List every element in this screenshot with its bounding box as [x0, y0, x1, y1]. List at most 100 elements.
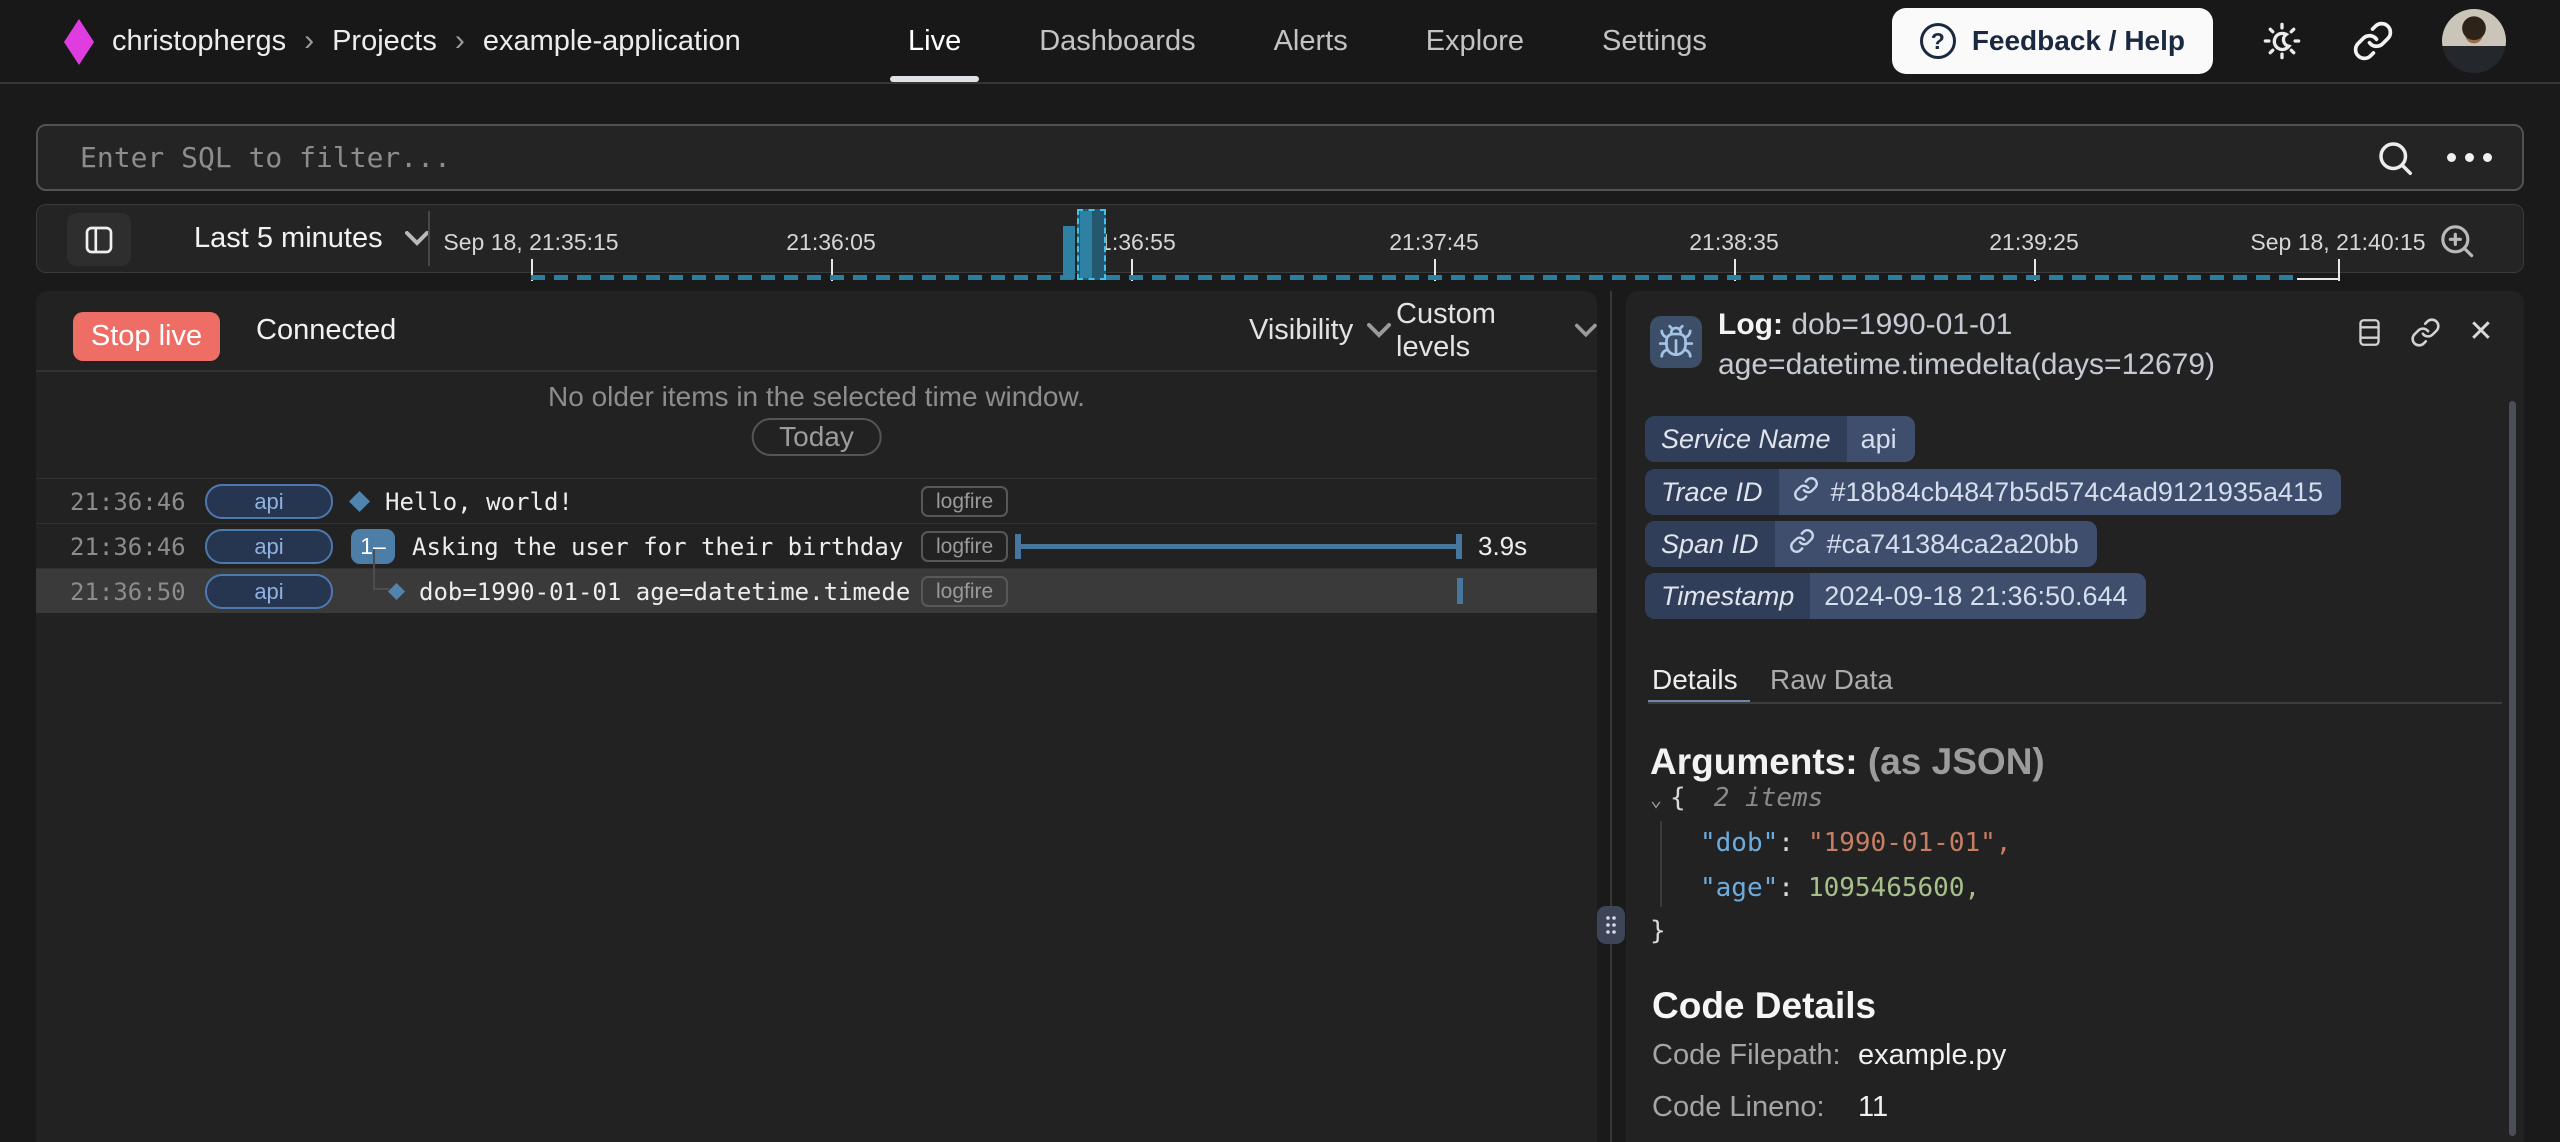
timeline-tick-label: Sep 18, 21:40:15	[2250, 229, 2425, 256]
tab-explore[interactable]: Explore	[1426, 0, 1524, 82]
timeline-end-mark	[2297, 278, 2338, 280]
log-row[interactable]: 21:36:46 api Hello, world! logfire	[36, 478, 1597, 523]
top-actions: ? Feedback / Help	[1892, 0, 2506, 82]
log-timestamp: 21:36:46	[70, 524, 186, 569]
log-level-badge	[1650, 316, 1702, 368]
json-indent-guide	[1660, 821, 1662, 907]
chevron-down-icon	[1575, 323, 1597, 339]
span-link-icon[interactable]	[1789, 528, 1815, 561]
theme-toggle-button[interactable]	[2260, 19, 2304, 63]
breadcrumb-account[interactable]: christophergs	[112, 25, 286, 58]
search-icon	[2374, 137, 2416, 179]
timeline-selection-brush[interactable]	[1077, 209, 1106, 280]
visibility-dropdown[interactable]: Visibility	[1249, 314, 1391, 347]
service-pill[interactable]: api	[205, 484, 333, 519]
zoom-in-icon	[2437, 221, 2477, 261]
log-detail-title: Log: dob=1990-01-01 age=datetime.timedel…	[1718, 305, 2336, 385]
timestamp-chip[interactable]: Timestamp 2024-09-18 21:36:50.644	[1645, 573, 2146, 619]
log-diamond-icon	[349, 491, 370, 512]
service-pill[interactable]: api	[205, 529, 333, 564]
tabs-divider	[1648, 702, 2502, 704]
breadcrumb-separator: ›	[455, 24, 465, 58]
code-filepath-row: Code Filepath: example.py	[1652, 1039, 2006, 1072]
tree-connector-line	[373, 588, 389, 590]
code-lineno-row: Code Lineno: 11	[1652, 1091, 1888, 1124]
search-button[interactable]	[2373, 136, 2417, 180]
json-entry: "age":1095465600,	[1700, 866, 1980, 911]
breadcrumb-separator: ›	[304, 24, 314, 58]
json-entry: "dob":"1990-01-01",	[1700, 821, 2011, 866]
bug-icon	[1657, 323, 1695, 361]
user-avatar[interactable]	[2442, 9, 2506, 73]
log-timestamp: 21:36:46	[70, 479, 186, 524]
json-close-line: }	[1650, 909, 1666, 954]
stop-live-button[interactable]: Stop live	[73, 312, 220, 361]
details-tabs: Details Raw Data	[1648, 660, 2502, 702]
chevron-down-icon	[1367, 323, 1391, 339]
tab-alerts[interactable]: Alerts	[1274, 0, 1348, 82]
help-question-icon: ?	[1920, 23, 1956, 59]
sun-moon-icon	[2261, 20, 2303, 62]
logfire-scope-tag[interactable]: logfire	[921, 486, 1008, 517]
trace-link-icon[interactable]	[1793, 476, 1819, 509]
tab-raw-data[interactable]: Raw Data	[1770, 660, 1893, 700]
log-row[interactable]: 21:36:46 api 1– Asking the user for thei…	[36, 523, 1597, 568]
timeline-divider	[428, 211, 430, 266]
sql-filter-bar	[36, 124, 2524, 191]
service-name-chip[interactable]: Service Name api	[1645, 416, 1915, 462]
code-details-heading: Code Details	[1652, 985, 1876, 1027]
link-icon	[2410, 317, 2441, 348]
logfire-logo-icon[interactable]	[64, 19, 94, 65]
time-range-selector[interactable]: Last 5 minutes	[194, 205, 429, 272]
trace-id-chip[interactable]: Trace ID #18b84cb4847b5d574c4ad9121935a4…	[1645, 469, 2341, 515]
custom-levels-dropdown[interactable]: Custom levels	[1396, 298, 1597, 364]
breadcrumb-project-name[interactable]: example-application	[483, 25, 741, 58]
collapse-caret-icon[interactable]: ⌄	[1650, 787, 1662, 811]
primary-nav-tabs: Live Dashboards Alerts Explore Settings	[908, 0, 1707, 82]
today-button[interactable]: Today	[751, 418, 882, 456]
live-panel-header: Stop live Connected Visibility Custom le…	[36, 291, 1597, 372]
dock-panel-button[interactable]	[2352, 315, 2386, 349]
share-link-button[interactable]	[2351, 19, 2395, 63]
json-open-line: ⌄{2 items	[1650, 776, 1823, 822]
span-time-tick	[1457, 578, 1463, 604]
link-icon	[2352, 20, 2394, 62]
sidebar-toggle-button[interactable]	[67, 213, 131, 266]
panel-resize-handle[interactable]	[1597, 906, 1625, 944]
tree-connector-line	[373, 549, 375, 589]
json-items-note: 2 items	[1714, 783, 1824, 813]
span-duration-label: 3.9s	[1478, 524, 1527, 569]
log-row-selected[interactable]: 21:36:50 api dob=1990-01-01 age=datetime…	[36, 568, 1597, 613]
panel-left-icon	[83, 224, 115, 256]
span-duration-bar	[1015, 544, 1462, 549]
span-id-chip[interactable]: Span ID #ca741384ca2a20bb	[1645, 521, 2097, 567]
breadcrumb: christophergs › Projects › example-appli…	[112, 0, 741, 82]
tab-settings[interactable]: Settings	[1602, 0, 1707, 82]
panel-resize-divider[interactable]	[1610, 291, 1612, 1142]
log-details-panel: Log: dob=1990-01-01 age=datetime.timedel…	[1626, 291, 2524, 1142]
no-older-items-message: No older items in the selected time wind…	[36, 381, 1597, 413]
live-log-panel: Stop live Connected Visibility Custom le…	[36, 291, 1597, 1142]
tab-details[interactable]: Details	[1652, 660, 1738, 700]
service-pill[interactable]: api	[205, 574, 333, 609]
copy-link-button[interactable]	[2408, 315, 2442, 349]
logfire-scope-tag[interactable]: logfire	[921, 531, 1008, 562]
log-message: dob=1990-01-01 age=datetime.timede	[419, 569, 910, 614]
timeline-tick-label: 21:39:25	[1989, 229, 2079, 256]
close-details-button[interactable]: ✕	[2464, 315, 2498, 349]
tab-dashboards[interactable]: Dashboards	[1039, 0, 1195, 82]
tab-live[interactable]: Live	[908, 0, 961, 82]
timeline-tick-label: 21:37:45	[1389, 229, 1479, 256]
timeline-histogram-bar	[1063, 226, 1075, 279]
sql-filter-input[interactable]	[38, 126, 2373, 189]
log-message: Asking the user for their birthday	[412, 524, 903, 569]
log-timestamp: 21:36:50	[70, 569, 186, 614]
more-options-button[interactable]	[2447, 153, 2492, 162]
time-range-label: Last 5 minutes	[194, 222, 383, 255]
timeline-zoom-in-button[interactable]	[2435, 219, 2479, 263]
logfire-scope-tag[interactable]: logfire	[921, 576, 1008, 607]
details-scrollbar-thumb[interactable]	[2509, 401, 2516, 1136]
breadcrumb-projects[interactable]: Projects	[332, 25, 437, 58]
timeline-tick-label: 21:36:05	[786, 229, 876, 256]
feedback-help-button[interactable]: ? Feedback / Help	[1892, 8, 2213, 74]
